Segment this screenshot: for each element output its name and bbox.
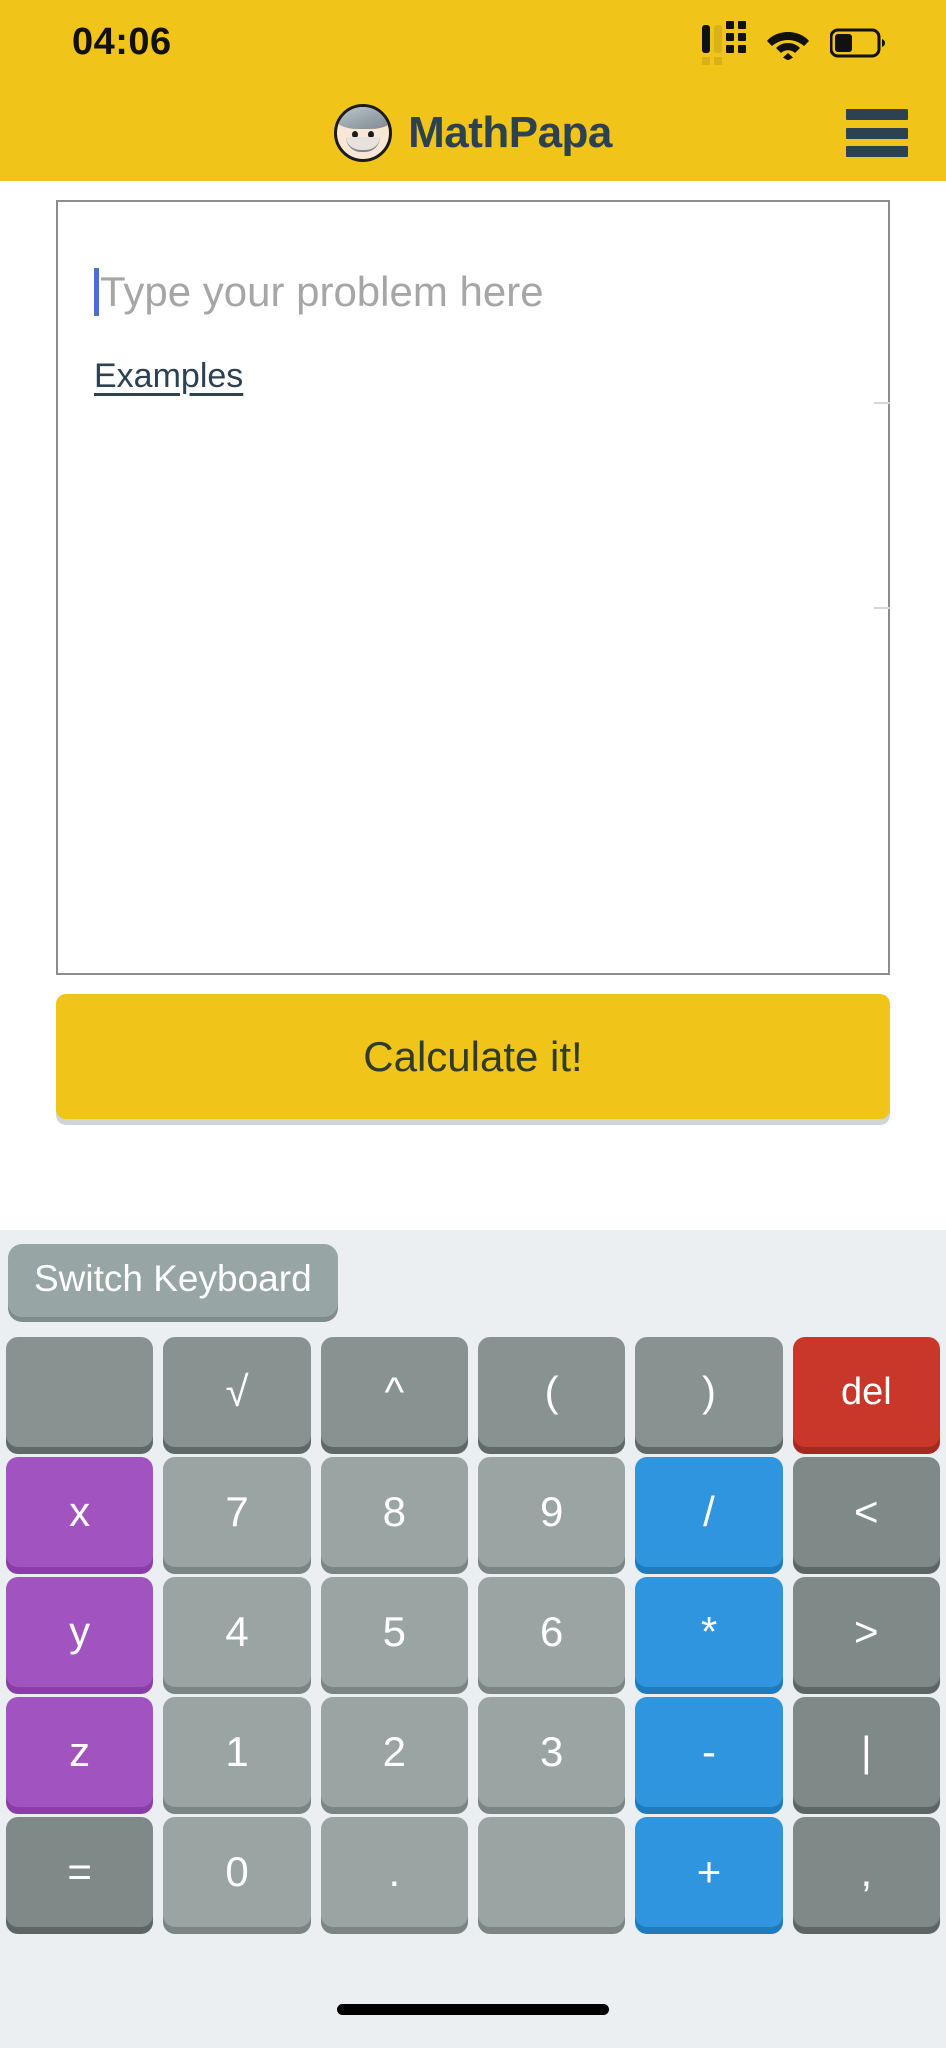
key-equals[interactable]: = [6, 1817, 154, 1927]
status-icons-group [702, 20, 888, 65]
key-5[interactable]: 5 [320, 1577, 468, 1687]
keyboard-keys-grid: √ ^() del x 7 8 9/< y 4 5 6 * > z 1 2 3- | = 0. +, [0, 1337, 946, 1927]
keyboard-row: √ ^() del [6, 1337, 940, 1447]
keyboard-row: y 4 5 6 * > [6, 1577, 940, 1687]
key-divide[interactable]: / [635, 1457, 783, 1567]
key-sqrt[interactable]: √ [163, 1337, 311, 1447]
math-keyboard: Switch Keyboard √ ^() del x 7 8 9/< y 4 5 6 * > z 1 2 3-… [0, 1230, 946, 1970]
key-1[interactable]: 1 [163, 1697, 311, 1807]
key-decimal[interactable]: . [320, 1817, 468, 1927]
key-2[interactable]: 2 [320, 1697, 468, 1807]
problem-input-placeholder: Type your problem here [100, 268, 544, 315]
app-root: 04:06 MathPapa Type your problem here Ex… [0, 0, 946, 2048]
key-0[interactable]: 0 [163, 1817, 311, 1927]
home-indicator-bar[interactable] [337, 2003, 609, 2015]
switch-keyboard-row: Switch Keyboard [0, 1244, 946, 1317]
wifi-icon [767, 31, 809, 60]
examples-link[interactable]: Examples [94, 357, 243, 396]
key-delete[interactable]: del [792, 1337, 940, 1447]
key-x[interactable]: x [6, 1457, 154, 1567]
scroll-tick-upper [874, 402, 890, 404]
key-minus[interactable]: - [635, 1697, 783, 1807]
key-blank-1[interactable] [6, 1337, 154, 1447]
app-title: MathPapa [408, 108, 612, 157]
key-caret[interactable]: ^ [320, 1337, 468, 1447]
search-input-row[interactable]: Type your problem here [94, 262, 852, 322]
signal-bars-icon [702, 20, 746, 65]
key-3[interactable]: 3 [477, 1697, 626, 1807]
hamburger-menu-icon[interactable] [846, 109, 908, 157]
key-z[interactable]: z [6, 1697, 154, 1807]
battery-icon [830, 28, 885, 57]
key-blank-2[interactable] [477, 1817, 626, 1927]
key-greater-than[interactable]: > [792, 1577, 940, 1687]
status-time: 04:06 [72, 21, 172, 63]
mathpapa-avatar-icon [334, 104, 393, 162]
key-8[interactable]: 8 [320, 1457, 468, 1567]
status-bar: 04:06 [0, 0, 946, 85]
problem-input-box[interactable]: Type your problem here Examples [56, 200, 890, 975]
key-comma[interactable]: , [792, 1817, 940, 1927]
key-plus[interactable]: + [635, 1817, 783, 1927]
scroll-tick-lower [874, 607, 890, 609]
key-7[interactable]: 7 [163, 1457, 311, 1567]
home-indicator-area [0, 1970, 946, 2048]
keyboard-row: z 1 2 3- | [6, 1697, 940, 1807]
key-paren-open[interactable]: ( [477, 1337, 626, 1447]
keyboard-row: = 0. +, [6, 1817, 940, 1927]
key-6[interactable]: 6 [477, 1577, 626, 1687]
key-less-than[interactable]: < [792, 1457, 940, 1567]
key-4[interactable]: 4 [163, 1577, 311, 1687]
brand-logo[interactable]: MathPapa [334, 104, 612, 162]
key-paren-close[interactable]: ) [635, 1337, 783, 1447]
keyboard-row: x 7 8 9/< [6, 1457, 940, 1567]
key-multiply[interactable]: * [635, 1577, 783, 1687]
main-content: Type your problem here Examples Calculat… [0, 181, 946, 1230]
app-header: MathPapa [0, 85, 946, 181]
switch-keyboard-button[interactable]: Switch Keyboard [8, 1244, 338, 1317]
text-caret [94, 268, 99, 316]
key-9[interactable]: 9 [477, 1457, 626, 1567]
key-pipe[interactable]: | [792, 1697, 940, 1807]
key-y[interactable]: y [6, 1577, 154, 1687]
calculate-button[interactable]: Calculate it! [56, 994, 890, 1119]
